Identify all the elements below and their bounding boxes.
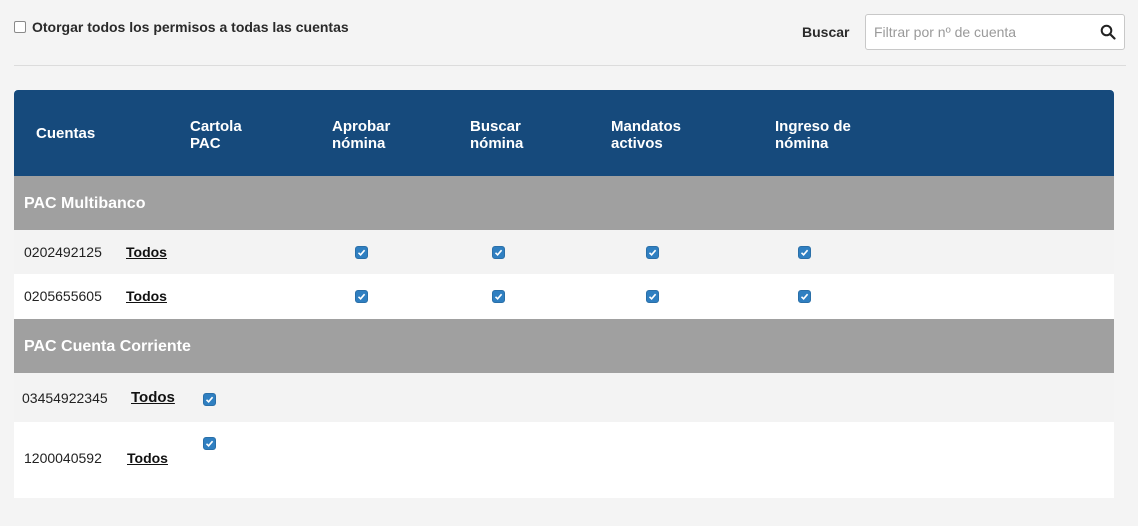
checkbox-aprobar-nomina[interactable]: [355, 290, 368, 303]
account-number: 03454922345: [22, 390, 108, 406]
permissions-table: Cuentas Cartola PAC Aprobar nómina Busca…: [14, 90, 1114, 498]
table-row: 1200040592 Todos: [14, 422, 1114, 498]
table-header: Cuentas Cartola PAC Aprobar nómina Busca…: [14, 90, 1114, 176]
select-all-link[interactable]: Todos: [126, 244, 167, 260]
search-box[interactable]: [865, 14, 1125, 50]
divider: [14, 65, 1126, 66]
account-number: 0205655605: [24, 288, 102, 304]
group-title: PAC Multibanco: [24, 195, 146, 212]
checkbox-ingreso-nomina[interactable]: [798, 246, 811, 259]
grant-all-label: Otorgar todos los permisos a todas las c…: [32, 19, 349, 35]
select-all-link[interactable]: Todos: [126, 288, 167, 304]
search-icon[interactable]: [1100, 24, 1116, 40]
table-row: 0202492125 Todos: [14, 230, 1114, 274]
account-number: 0202492125: [24, 244, 102, 260]
column-header-cuentas: Cuentas: [36, 125, 96, 142]
checkbox-cartola-pac[interactable]: [203, 437, 216, 450]
table-row: 03454922345 Todos: [14, 373, 1114, 422]
checkbox-cartola-pac[interactable]: [203, 393, 216, 406]
grant-all-checkbox[interactable]: [14, 21, 26, 33]
checkbox-mandatos-activos[interactable]: [646, 246, 659, 259]
checkbox-aprobar-nomina[interactable]: [355, 246, 368, 259]
account-number: 1200040592: [24, 450, 102, 466]
group-title: PAC Cuenta Corriente: [24, 338, 191, 355]
column-header-buscar-nomina: Buscar nómina: [470, 118, 524, 152]
table-row: 0205655605 Todos: [14, 274, 1114, 319]
checkbox-buscar-nomina[interactable]: [492, 246, 505, 259]
toolbar: Otorgar todos los permisos a todas las c…: [0, 0, 1138, 66]
group-header-pac-cuenta-corriente: PAC Cuenta Corriente: [14, 319, 1114, 373]
group-header-pac-multibanco: PAC Multibanco: [14, 176, 1114, 230]
search-input[interactable]: [874, 23, 1088, 41]
checkbox-buscar-nomina[interactable]: [492, 290, 505, 303]
column-header-ingreso-nomina: Ingreso de nómina: [775, 118, 851, 152]
column-header-aprobar-nomina: Aprobar nómina: [332, 118, 391, 152]
column-header-mandatos-activos: Mandatos activos: [611, 118, 682, 152]
checkbox-ingreso-nomina[interactable]: [798, 290, 811, 303]
select-all-link[interactable]: Todos: [131, 389, 175, 406]
column-header-cartola-pac: Cartola PAC: [190, 118, 242, 152]
select-all-link[interactable]: Todos: [127, 450, 168, 466]
search-label: Buscar: [802, 24, 850, 40]
grant-all-permissions[interactable]: Otorgar todos los permisos a todas las c…: [14, 19, 349, 35]
checkbox-mandatos-activos[interactable]: [646, 290, 659, 303]
